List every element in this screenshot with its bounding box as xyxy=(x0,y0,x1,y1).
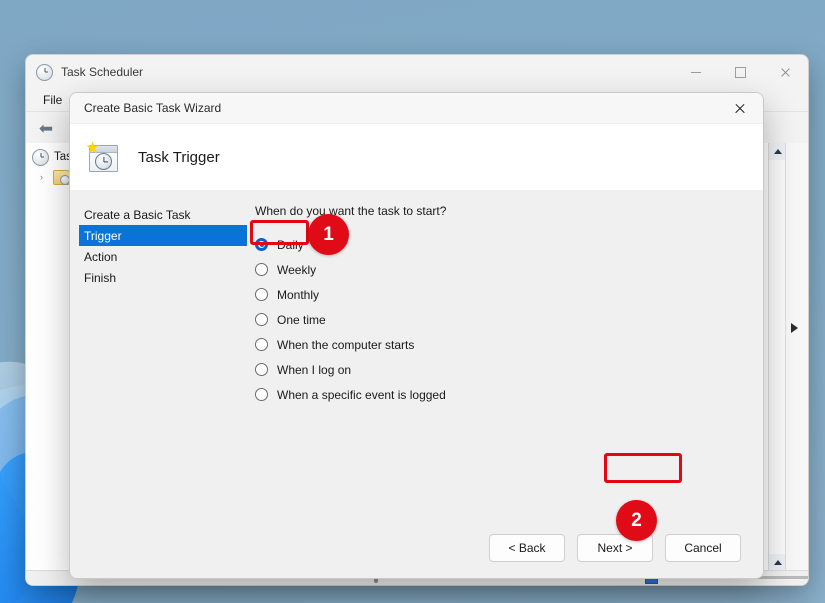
clock-shape xyxy=(95,153,112,170)
radio-label: Monthly xyxy=(277,287,320,302)
wizard-step-label: Finish xyxy=(84,270,117,285)
scroll-down-button[interactable] xyxy=(769,554,786,571)
wizard-title: Create Basic Task Wizard xyxy=(84,101,222,115)
wizard-step-label: Trigger xyxy=(84,228,122,243)
wizard-step-create-a-basic-task[interactable]: Create a Basic Task xyxy=(79,204,255,225)
center-pane-scrollbar[interactable] xyxy=(768,143,786,571)
radio-icon xyxy=(255,338,268,351)
wizard-footer: < Back Next > Cancel xyxy=(70,518,763,578)
radio-icon xyxy=(255,388,268,401)
back-arrow-icon[interactable]: ⬅ xyxy=(34,118,58,138)
close-icon xyxy=(780,67,791,78)
radio-label: Daily xyxy=(277,237,304,252)
wizard-step-action[interactable]: Action xyxy=(79,246,255,267)
radio-option-weekly[interactable]: Weekly xyxy=(255,257,743,282)
wizard-page-title: Task Trigger xyxy=(138,148,220,166)
radio-option-when-a-specific-event-is-logged[interactable]: When a specific event is logged xyxy=(255,382,743,407)
scroll-up-button[interactable] xyxy=(769,143,786,160)
window-controls xyxy=(673,55,808,89)
minimize-icon xyxy=(690,71,701,73)
maximize-button[interactable] xyxy=(718,55,763,89)
annotation-badge-2: 2 xyxy=(616,500,657,541)
radio-icon xyxy=(255,363,268,376)
task-scheduler-title: Task Scheduler xyxy=(61,65,144,79)
wizard-step-trigger[interactable]: Trigger xyxy=(79,225,247,246)
radio-icon xyxy=(255,263,268,276)
menu-item-file[interactable]: File xyxy=(36,91,69,109)
radio-label: When a specific event is logged xyxy=(277,387,446,402)
radio-label: Weekly xyxy=(277,262,317,277)
task-trigger-icon xyxy=(86,141,120,173)
wizard-close-button[interactable] xyxy=(717,93,763,123)
actions-pane-collapsed[interactable] xyxy=(785,143,808,585)
scrollbar-track[interactable] xyxy=(769,160,786,554)
wizard-header: Task Trigger xyxy=(70,124,763,191)
radio-label: One time xyxy=(277,312,326,327)
annotation-badge-1: 1 xyxy=(308,214,349,255)
chevron-up-icon xyxy=(773,560,782,565)
radio-icon xyxy=(255,238,268,251)
create-basic-task-wizard-dialog: Create Basic Task Wizard Task Trigger Cr… xyxy=(69,92,764,579)
chevron-right-icon: › xyxy=(40,172,43,182)
radio-option-one-time[interactable]: One time xyxy=(255,307,743,332)
wizard-step-finish[interactable]: Finish xyxy=(79,267,255,288)
wizard-steps-list: Create a Basic Task Trigger Action Finis… xyxy=(70,204,255,518)
maximize-icon xyxy=(735,66,746,78)
clock-icon xyxy=(32,148,49,166)
close-icon xyxy=(734,102,746,114)
folder-clock-icon xyxy=(53,169,70,185)
task-scheduler-titlebar[interactable]: Task Scheduler xyxy=(26,55,808,89)
wizard-titlebar[interactable]: Create Basic Task Wizard xyxy=(70,93,763,124)
chevron-up-icon xyxy=(773,149,782,154)
cancel-button[interactable]: Cancel xyxy=(665,534,741,562)
radio-option-when-i-log-on[interactable]: When I log on xyxy=(255,357,743,382)
radio-option-when-the-computer-starts[interactable]: When the computer starts xyxy=(255,332,743,357)
wizard-step-label: Action xyxy=(84,249,118,264)
expand-arrow-icon[interactable] xyxy=(791,323,798,333)
radio-label: When I log on xyxy=(277,362,352,377)
back-button[interactable]: < Back xyxy=(489,534,565,562)
radio-icon xyxy=(255,288,268,301)
wizard-content: Create a Basic Task Trigger Action Finis… xyxy=(70,190,763,518)
wizard-step-label: Create a Basic Task xyxy=(84,207,191,222)
radio-label: When the computer starts xyxy=(277,337,415,352)
clock-icon xyxy=(36,63,53,81)
close-button[interactable] xyxy=(763,55,808,89)
radio-option-monthly[interactable]: Monthly xyxy=(255,282,743,307)
radio-icon xyxy=(255,313,268,326)
minimize-button[interactable] xyxy=(673,55,718,89)
